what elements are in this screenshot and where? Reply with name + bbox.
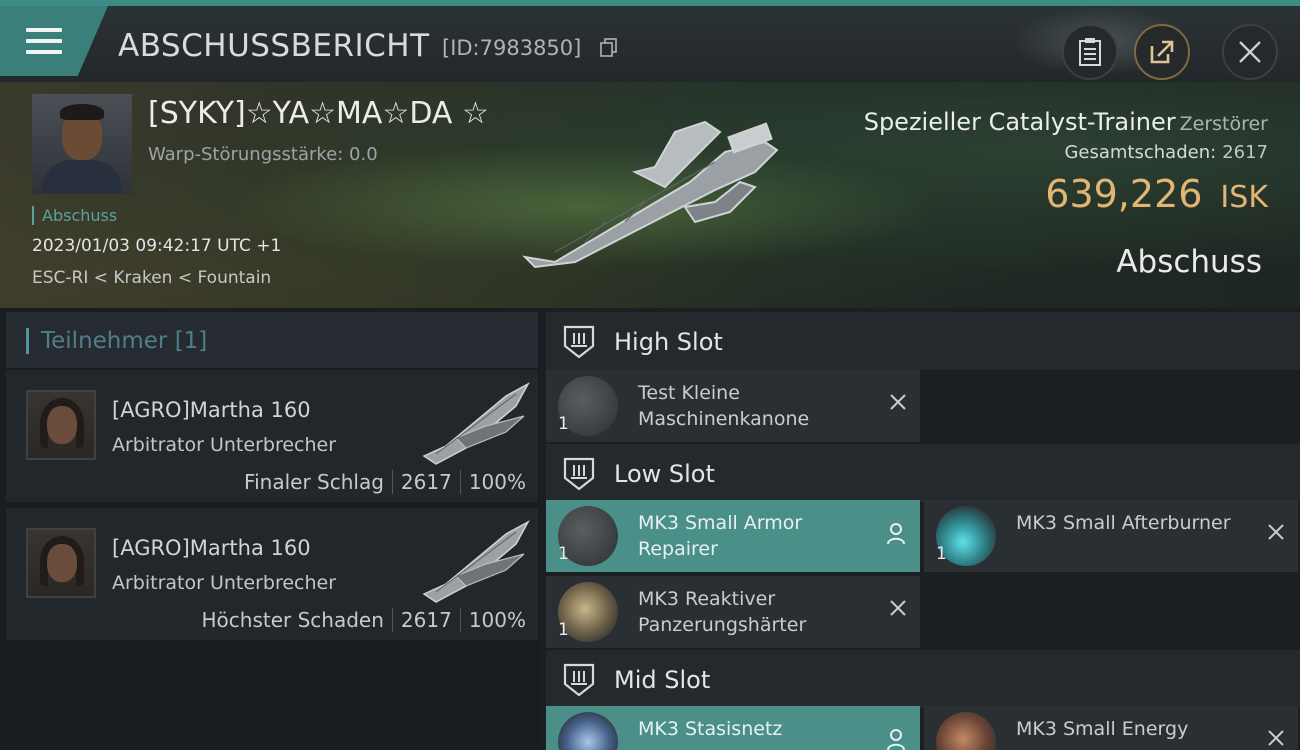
- item-quantity: 1: [558, 620, 569, 640]
- item-quantity: 1: [558, 414, 569, 434]
- participant-avatar: [26, 390, 96, 460]
- copy-icon[interactable]: [600, 38, 618, 58]
- low-slot-header: Low Slot: [546, 444, 1300, 502]
- clipboard-icon: [1079, 38, 1101, 66]
- mid-slot-header: Mid Slot: [546, 650, 1300, 708]
- close-button[interactable]: [1222, 24, 1278, 80]
- participant-avatar: [26, 528, 96, 598]
- participant-ship: Arbitrator Unterbrecher: [112, 572, 337, 594]
- close-icon: [1239, 41, 1261, 63]
- participant-ship: Arbitrator Unterbrecher: [112, 434, 337, 456]
- destroyed-icon: [1268, 524, 1284, 540]
- low-slot-label: Low Slot: [614, 460, 715, 488]
- participants-label: Teilnehmer: [41, 328, 168, 354]
- high-slot-label: High Slot: [614, 328, 723, 356]
- participants-panel: Teilnehmer [1] [AGRO]Martha 160 Arbitrat…: [0, 308, 540, 750]
- share-icon: [1150, 40, 1174, 64]
- participant-percent: 100%: [468, 608, 526, 632]
- fitting-item[interactable]: 1 MK3 Stasisnetz: [546, 706, 920, 750]
- victim-ship-type: Spezieller Catalyst-Trainer: [863, 108, 1176, 136]
- item-name: MK3 Small Armor Repairer: [638, 512, 803, 560]
- high-slot-icon: [563, 325, 595, 359]
- menu-button[interactable]: [0, 6, 108, 82]
- item-name: Test Kleine Maschinenkanone: [638, 382, 810, 430]
- participant-row[interactable]: [AGRO]Martha 160 Arbitrator Unterbrecher…: [6, 508, 538, 640]
- victim-ship-class: Zerstörer: [1179, 113, 1268, 135]
- participant-ship-image: [422, 382, 530, 465]
- kill-location: ESC-RI < Kraken < Fountain: [32, 268, 272, 288]
- mid-slot-label: Mid Slot: [614, 666, 711, 694]
- fitting-item[interactable]: 1 Test Kleine Maschinenkanone: [546, 370, 920, 442]
- item-name: MK3 Small Afterburner: [1016, 512, 1231, 534]
- participant-name: [AGRO]Martha 160: [112, 536, 311, 560]
- destroyed-icon: [890, 600, 906, 616]
- fitting-item[interactable]: 1 MK3 Small Afterburner: [924, 500, 1298, 572]
- victim-ship-image: [522, 120, 779, 269]
- module-icon: [558, 712, 618, 750]
- destroyed-icon: [890, 394, 906, 410]
- destroyed-icon: [1268, 730, 1284, 746]
- isk-amount: 639,226: [1045, 172, 1203, 216]
- item-quantity: 1: [936, 544, 947, 564]
- kill-type: Abschuss: [1116, 244, 1262, 280]
- total-damage-value: 2617: [1222, 142, 1268, 163]
- warp-disruption-strength: Warp-Störungsstärke: 0.0: [148, 144, 378, 165]
- participant-damage: 2617: [400, 608, 452, 632]
- kill-label: Abschuss: [32, 206, 117, 225]
- top-bar: ABSCHUSSBERICHT [ID:7983850]: [0, 0, 1300, 82]
- total-damage-label: Gesamtschaden:: [1064, 142, 1217, 163]
- high-slot-header: High Slot: [546, 312, 1300, 370]
- item-name: MK3 Small Energy: [1016, 718, 1189, 740]
- victim-ship-name[interactable]: Spezieller Catalyst-Trainer Zerstörer: [864, 108, 1268, 136]
- victim-name[interactable]: [SYKY]☆YA☆MA☆DA ☆: [148, 96, 489, 131]
- participant-damage: 2617: [400, 470, 452, 494]
- fitting-item[interactable]: 1 MK3 Reaktiver Panzerungshärter: [546, 576, 920, 648]
- clipboard-button[interactable]: [1062, 24, 1118, 80]
- isk-unit: ISK: [1220, 180, 1268, 215]
- victim-portrait[interactable]: [32, 94, 132, 194]
- kill-datetime: 2023/01/03 09:42:17 UTC +1: [32, 236, 282, 256]
- module-icon: [936, 712, 996, 750]
- person-icon: [887, 523, 905, 545]
- participants-header: Teilnehmer [1]: [6, 312, 538, 368]
- item-quantity: 1: [558, 544, 569, 564]
- participant-row[interactable]: [AGRO]Martha 160 Arbitrator Unterbrecher…: [6, 370, 538, 502]
- fittings-panel: High Slot 1 Test Kleine Maschinenkanone …: [540, 308, 1300, 750]
- item-name: MK3 Stasisnetz: [638, 718, 783, 740]
- participant-stats: Höchster Schaden 2617 100%: [201, 608, 526, 632]
- hamburger-icon: [26, 28, 62, 61]
- isk-value: 639,226 ISK: [1045, 172, 1268, 216]
- kill-id: [ID:7983850]: [442, 36, 582, 60]
- participant-role: Höchster Schaden: [201, 608, 384, 632]
- participant-percent: 100%: [468, 470, 526, 494]
- person-icon: [887, 729, 905, 750]
- page-title: ABSCHUSSBERICHT: [118, 28, 430, 64]
- share-button[interactable]: [1134, 24, 1190, 80]
- fitting-item[interactable]: 1 MK3 Small Energy: [924, 706, 1298, 750]
- fitting-item[interactable]: 1 MK3 Small Armor Repairer: [546, 500, 920, 572]
- participant-name: [AGRO]Martha 160: [112, 398, 311, 422]
- participant-role: Finaler Schlag: [244, 470, 384, 494]
- total-damage: Gesamtschaden: 2617: [1064, 142, 1268, 163]
- participant-stats: Finaler Schlag 2617 100%: [244, 470, 526, 494]
- participants-count: [1]: [174, 328, 208, 354]
- mid-slot-icon: [563, 663, 595, 697]
- low-slot-icon: [563, 457, 595, 491]
- participant-ship-image: [422, 520, 530, 603]
- item-name: MK3 Reaktiver Panzerungshärter: [638, 588, 807, 636]
